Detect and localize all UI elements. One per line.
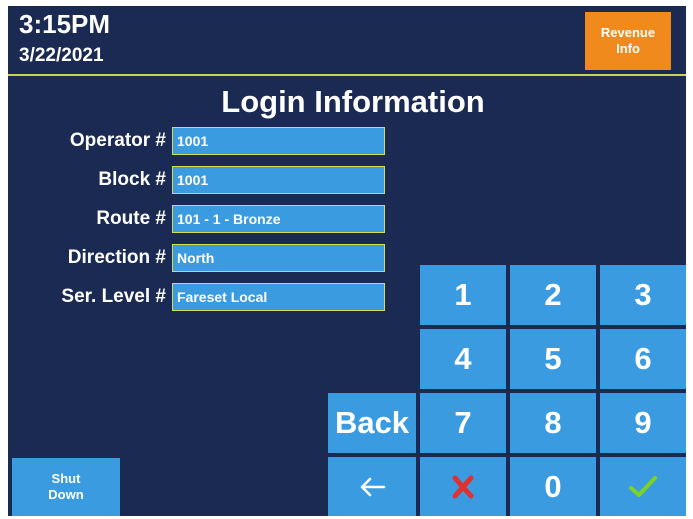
green-check-icon <box>629 475 657 497</box>
key-6[interactable]: 6 <box>600 329 686 389</box>
header-bar: 3:15PM 3/22/2021 Revenue Info <box>8 6 686 74</box>
key-8[interactable]: 8 <box>510 393 596 453</box>
backspace-button[interactable] <box>328 457 416 516</box>
service-level-field[interactable]: Fareset Local <box>172 283 385 311</box>
block-field[interactable]: 1001 <box>172 166 385 194</box>
operator-label: Operator # <box>69 130 166 151</box>
page-title: Login Information <box>221 84 485 119</box>
back-button[interactable]: Back <box>328 393 416 453</box>
service-level-label: Ser. Level # <box>61 286 166 307</box>
direction-label: Direction # <box>67 247 166 268</box>
key-5[interactable]: 5 <box>510 329 596 389</box>
enter-button[interactable] <box>600 457 686 516</box>
key-4[interactable]: 4 <box>420 329 506 389</box>
route-field[interactable]: 101 - 1 - Bronze <box>172 205 385 233</box>
key-2[interactable]: 2 <box>510 265 596 325</box>
clock-time: 3:15PM <box>19 9 111 39</box>
clock-date: 3/22/2021 <box>19 45 104 66</box>
clear-button[interactable] <box>420 457 506 516</box>
shut-down-button[interactable]: Shut Down <box>12 458 120 516</box>
route-label: Route # <box>96 208 166 229</box>
red-x-icon <box>452 475 474 498</box>
left-arrow-icon <box>360 477 386 496</box>
key-7[interactable]: 7 <box>420 393 506 453</box>
key-1[interactable]: 1 <box>420 265 506 325</box>
header-divider <box>8 74 686 76</box>
key-9[interactable]: 9 <box>600 393 686 453</box>
login-screen: 3:15PM 3/22/2021 Revenue Info Login Info… <box>8 6 686 516</box>
direction-field[interactable]: North <box>172 244 385 272</box>
key-0[interactable]: 0 <box>510 457 596 516</box>
revenue-info-button[interactable]: Revenue Info <box>585 12 671 70</box>
block-label: Block # <box>98 169 166 190</box>
key-3[interactable]: 3 <box>600 265 686 325</box>
operator-field[interactable]: 1001 <box>172 127 385 155</box>
